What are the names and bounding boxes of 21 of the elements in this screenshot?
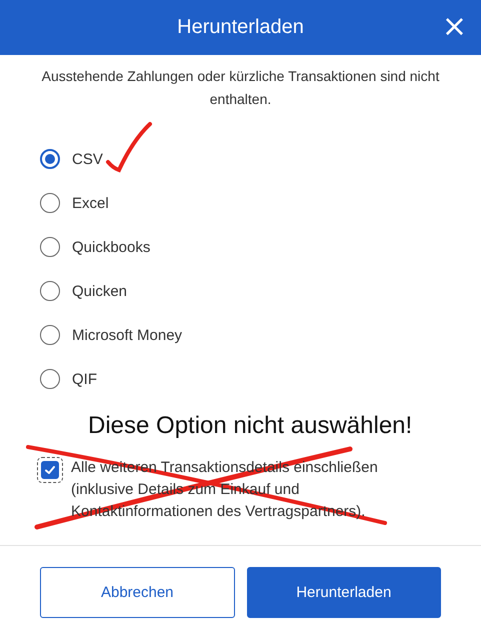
annotation-text: Diese Option nicht auswählen! [87,411,414,441]
radio-label[interactable]: Quicken [72,282,128,300]
radio-label[interactable]: Microsoft Money [72,326,182,344]
radio-button[interactable] [40,149,60,169]
radio-label[interactable]: Quickbooks [72,238,150,256]
close-button[interactable]: × [442,12,467,42]
radio-label[interactable]: QIF [72,370,97,388]
cancel-button[interactable]: Abbrechen [40,567,234,618]
download-button[interactable]: Herunterladen [246,567,441,618]
radio-label[interactable]: CSV [72,150,103,168]
radio-button[interactable] [40,237,60,257]
radio-label[interactable]: Excel [72,194,109,212]
radio-button[interactable] [40,281,60,301]
radio-button[interactable] [40,325,60,345]
radio-button[interactable] [40,369,60,389]
dialog-title: Herunterladen [177,16,304,39]
checkbox[interactable] [41,461,59,479]
annotation-checkmark-drawing [105,120,155,175]
checkmark-icon [44,464,56,476]
info-text: Ausstehende Zahlungen oder kürzliche Transaktionen sind nicht enthalten. [40,67,440,109]
radio-button[interactable] [40,193,60,213]
